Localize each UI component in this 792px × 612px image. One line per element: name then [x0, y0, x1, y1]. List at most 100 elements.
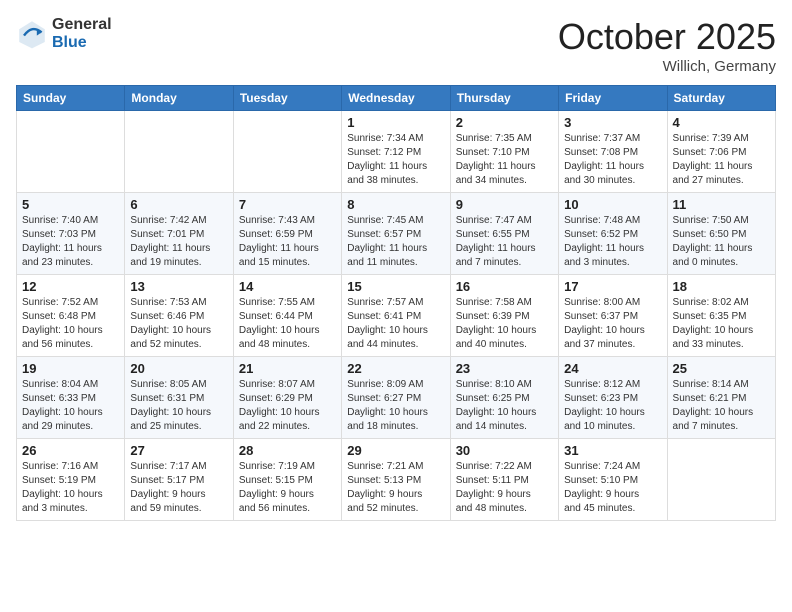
day-info: Sunrise: 8:07 AM Sunset: 6:29 PM Dayligh…	[239, 378, 336, 434]
weekday-header: Sunday	[17, 86, 125, 111]
logo-text: General Blue	[52, 16, 112, 51]
day-info: Sunrise: 7:16 AM Sunset: 5:19 PM Dayligh…	[22, 460, 119, 516]
calendar-cell: 31 Sunrise: 7:24 AM Sunset: 5:10 PM Dayli…	[559, 439, 667, 521]
day-info: Sunrise: 7:34 AM Sunset: 7:12 PM Dayligh…	[347, 132, 444, 188]
day-info: Sunrise: 7:43 AM Sunset: 6:59 PM Dayligh…	[239, 214, 336, 270]
day-number: 10	[564, 197, 661, 212]
weekday-header: Friday	[559, 86, 667, 111]
calendar-header-row: SundayMondayTuesdayWednesdayThursdayFrid…	[17, 86, 776, 111]
day-number: 26	[22, 443, 119, 458]
calendar-week-row: 1 Sunrise: 7:34 AM Sunset: 7:12 PM Daylig…	[17, 111, 776, 193]
day-number: 6	[130, 197, 227, 212]
day-info: Sunrise: 7:48 AM Sunset: 6:52 PM Dayligh…	[564, 214, 661, 270]
weekday-header: Saturday	[667, 86, 775, 111]
calendar-cell: 17Sunrise: 8:00 AM Sunset: 6:37 PM Dayli…	[559, 275, 667, 357]
day-info: Sunrise: 7:24 AM Sunset: 5:10 PM Dayligh…	[564, 460, 661, 516]
calendar-cell	[125, 111, 233, 193]
day-number: 31	[564, 443, 661, 458]
day-number: 3	[564, 115, 661, 130]
day-info: Sunrise: 7:40 AM Sunset: 7:03 PM Dayligh…	[22, 214, 119, 270]
day-number: 9	[456, 197, 553, 212]
day-number: 28	[239, 443, 336, 458]
calendar-cell: 23 Sunrise: 8:10 AM Sunset: 6:25 PM Dayli…	[450, 357, 558, 439]
day-number: 22	[347, 361, 444, 376]
weekday-header: Thursday	[450, 86, 558, 111]
calendar-cell: 3 Sunrise: 7:37 AM Sunset: 7:08 PM Daylig…	[559, 111, 667, 193]
day-number: 23	[456, 361, 553, 376]
day-number: 18	[673, 279, 770, 294]
day-info: Sunrise: 7:58 AM Sunset: 6:39 PM Dayligh…	[456, 296, 553, 352]
day-info: Sunrise: 8:05 AM Sunset: 6:31 PM Dayligh…	[130, 378, 227, 434]
day-info: Sunrise: 7:47 AM Sunset: 6:55 PM Dayligh…	[456, 214, 553, 270]
logo: General Blue	[16, 16, 112, 51]
day-number: 21	[239, 361, 336, 376]
day-number: 29	[347, 443, 444, 458]
calendar-cell: 25 Sunrise: 8:14 AM Sunset: 6:21 PM Dayli…	[667, 357, 775, 439]
page-header: General Blue October 2025 Willich, Germa…	[16, 16, 776, 75]
day-number: 12	[22, 279, 119, 294]
logo-general-text: General	[52, 16, 112, 34]
day-info: Sunrise: 7:52 AM Sunset: 6:48 PM Dayligh…	[22, 296, 119, 352]
calendar-cell: 29 Sunrise: 7:21 AM Sunset: 5:13 PM Dayli…	[342, 439, 450, 521]
day-info: Sunrise: 7:53 AM Sunset: 6:46 PM Dayligh…	[130, 296, 227, 352]
calendar-cell: 13 Sunrise: 7:53 AM Sunset: 6:46 PM Dayli…	[125, 275, 233, 357]
calendar-cell: 12 Sunrise: 7:52 AM Sunset: 6:48 PM Dayli…	[17, 275, 125, 357]
day-number: 25	[673, 361, 770, 376]
day-info: Sunrise: 8:04 AM Sunset: 6:33 PM Dayligh…	[22, 378, 119, 434]
weekday-header: Tuesday	[233, 86, 341, 111]
calendar-cell: 16 Sunrise: 7:58 AM Sunset: 6:39 PM Dayli…	[450, 275, 558, 357]
day-info: Sunrise: 7:50 AM Sunset: 6:50 PM Dayligh…	[673, 214, 770, 270]
title-block: October 2025 Willich, Germany	[558, 16, 776, 75]
day-number: 27	[130, 443, 227, 458]
month-title: October 2025	[558, 16, 776, 58]
calendar-cell: 9 Sunrise: 7:47 AM Sunset: 6:55 PM Daylig…	[450, 193, 558, 275]
logo-icon	[16, 18, 48, 50]
calendar-cell: 21 Sunrise: 8:07 AM Sunset: 6:29 PM Dayli…	[233, 357, 341, 439]
day-number: 1	[347, 115, 444, 130]
weekday-header: Wednesday	[342, 86, 450, 111]
calendar-cell: 24Sunrise: 8:12 AM Sunset: 6:23 PM Dayli…	[559, 357, 667, 439]
calendar-cell: 30Sunrise: 7:22 AM Sunset: 5:11 PM Dayli…	[450, 439, 558, 521]
day-number: 11	[673, 197, 770, 212]
calendar-cell: 10 Sunrise: 7:48 AM Sunset: 6:52 PM Dayli…	[559, 193, 667, 275]
calendar-cell: 6 Sunrise: 7:42 AM Sunset: 7:01 PM Daylig…	[125, 193, 233, 275]
day-info: Sunrise: 8:14 AM Sunset: 6:21 PM Dayligh…	[673, 378, 770, 434]
calendar-cell: 19 Sunrise: 8:04 AM Sunset: 6:33 PM Dayli…	[17, 357, 125, 439]
calendar-cell: 7 Sunrise: 7:43 AM Sunset: 6:59 PM Daylig…	[233, 193, 341, 275]
calendar-cell: 14Sunrise: 7:55 AM Sunset: 6:44 PM Dayli…	[233, 275, 341, 357]
calendar-week-row: 26 Sunrise: 7:16 AM Sunset: 5:19 PM Dayli…	[17, 439, 776, 521]
day-number: 15	[347, 279, 444, 294]
calendar-cell: 27 Sunrise: 7:17 AM Sunset: 5:17 PM Dayli…	[125, 439, 233, 521]
day-info: Sunrise: 7:39 AM Sunset: 7:06 PM Dayligh…	[673, 132, 770, 188]
day-number: 8	[347, 197, 444, 212]
day-info: Sunrise: 8:10 AM Sunset: 6:25 PM Dayligh…	[456, 378, 553, 434]
day-info: Sunrise: 7:37 AM Sunset: 7:08 PM Dayligh…	[564, 132, 661, 188]
day-number: 4	[673, 115, 770, 130]
day-info: Sunrise: 7:42 AM Sunset: 7:01 PM Dayligh…	[130, 214, 227, 270]
calendar-cell: 4 Sunrise: 7:39 AM Sunset: 7:06 PM Daylig…	[667, 111, 775, 193]
calendar-cell: 22 Sunrise: 8:09 AM Sunset: 6:27 PM Dayli…	[342, 357, 450, 439]
day-info: Sunrise: 7:21 AM Sunset: 5:13 PM Dayligh…	[347, 460, 444, 516]
day-number: 13	[130, 279, 227, 294]
calendar-cell: 1 Sunrise: 7:34 AM Sunset: 7:12 PM Daylig…	[342, 111, 450, 193]
logo-blue-text: Blue	[52, 34, 112, 52]
calendar-week-row: 5Sunrise: 7:40 AM Sunset: 7:03 PM Daylig…	[17, 193, 776, 275]
calendar-cell	[17, 111, 125, 193]
calendar-cell	[233, 111, 341, 193]
calendar-cell: 11 Sunrise: 7:50 AM Sunset: 6:50 PM Dayli…	[667, 193, 775, 275]
calendar-cell: 28Sunrise: 7:19 AM Sunset: 5:15 PM Dayli…	[233, 439, 341, 521]
day-number: 19	[22, 361, 119, 376]
day-info: Sunrise: 8:12 AM Sunset: 6:23 PM Dayligh…	[564, 378, 661, 434]
calendar-table: SundayMondayTuesdayWednesdayThursdayFrid…	[16, 85, 776, 521]
day-info: Sunrise: 7:57 AM Sunset: 6:41 PM Dayligh…	[347, 296, 444, 352]
calendar-cell: 5Sunrise: 7:40 AM Sunset: 7:03 PM Daylig…	[17, 193, 125, 275]
day-number: 17	[564, 279, 661, 294]
day-info: Sunrise: 7:45 AM Sunset: 6:57 PM Dayligh…	[347, 214, 444, 270]
day-number: 7	[239, 197, 336, 212]
day-number: 16	[456, 279, 553, 294]
day-info: Sunrise: 8:09 AM Sunset: 6:27 PM Dayligh…	[347, 378, 444, 434]
day-info: Sunrise: 7:17 AM Sunset: 5:17 PM Dayligh…	[130, 460, 227, 516]
calendar-cell: 26 Sunrise: 7:16 AM Sunset: 5:19 PM Dayli…	[17, 439, 125, 521]
day-number: 30	[456, 443, 553, 458]
day-number: 20	[130, 361, 227, 376]
